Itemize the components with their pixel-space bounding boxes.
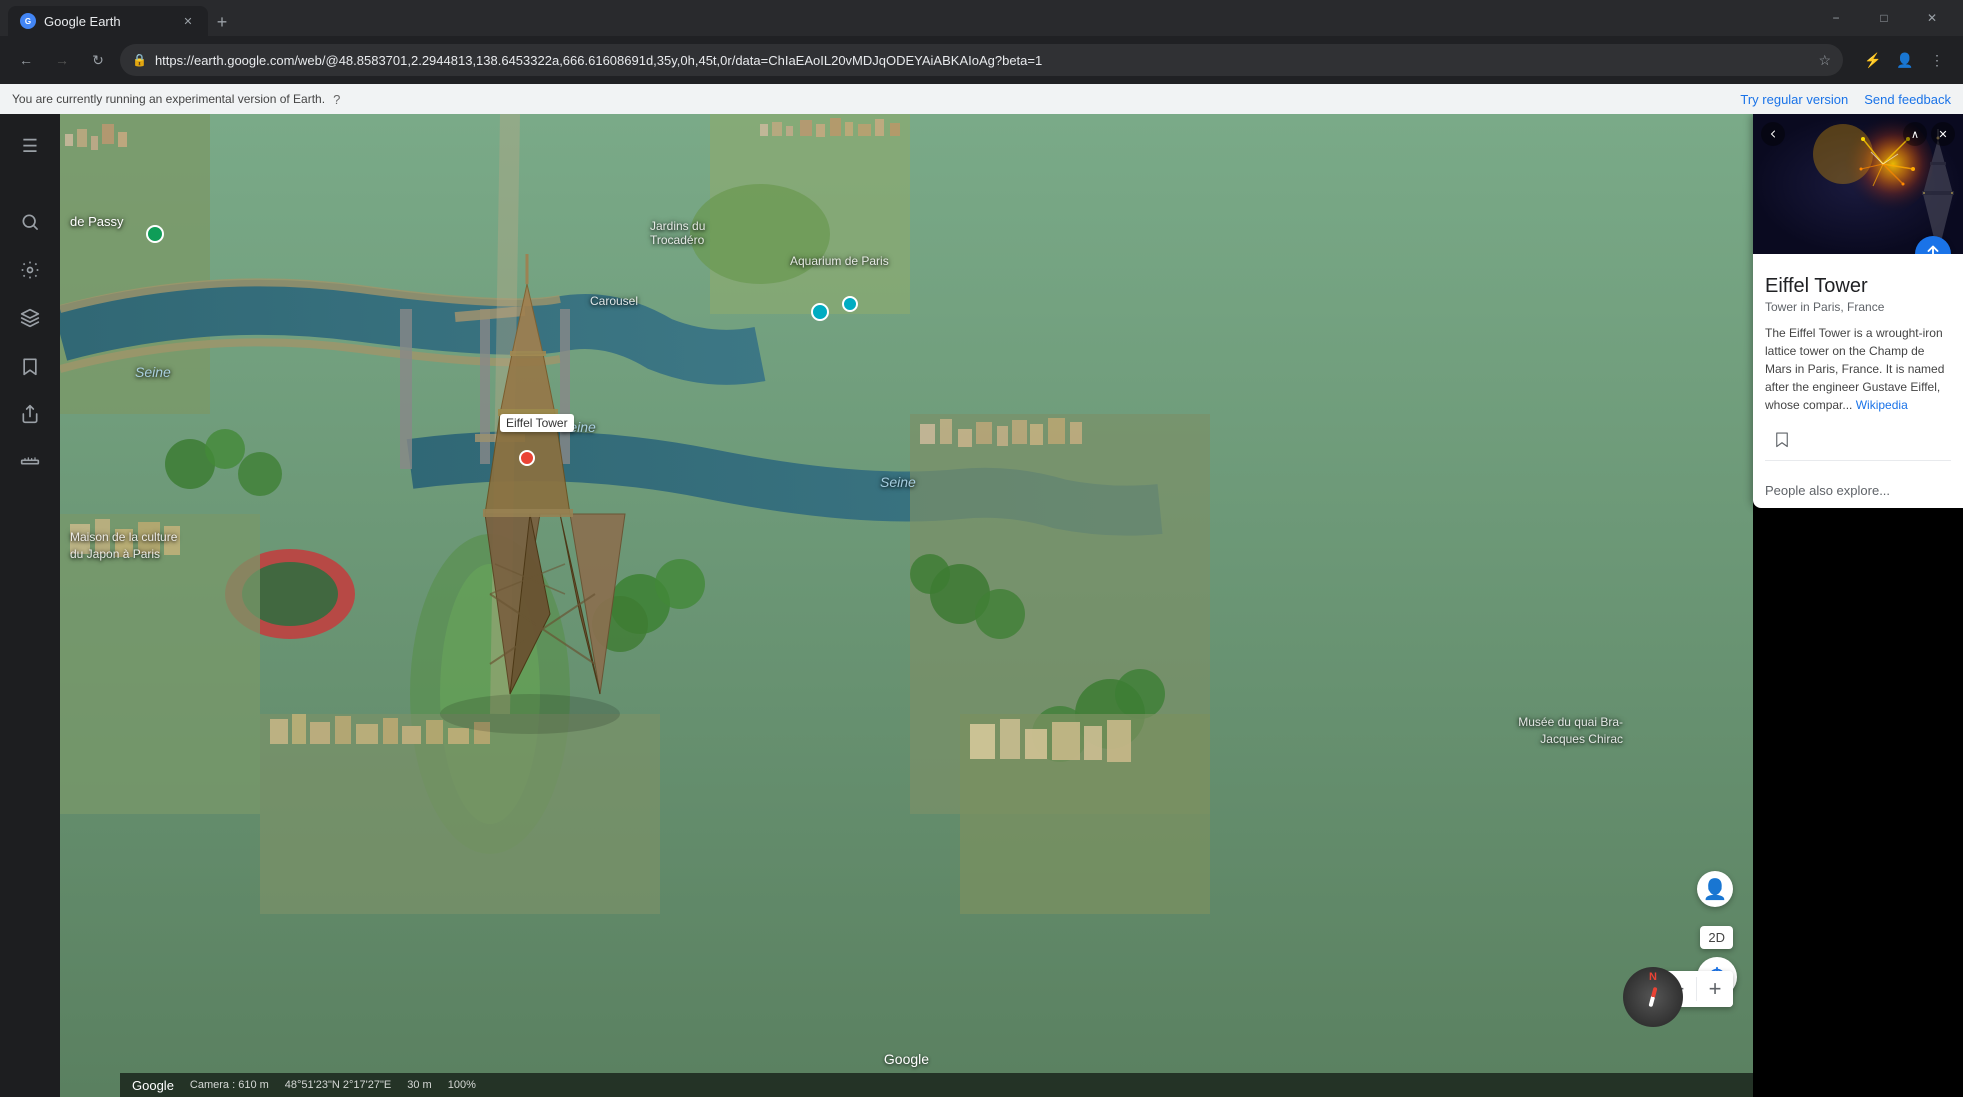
url-text: https://earth.google.com/web/@48.8583701… (155, 53, 1810, 68)
panel-actions (1765, 426, 1951, 461)
status-google: Google (132, 1078, 174, 1093)
panel-title: Eiffel Tower (1765, 274, 1951, 298)
profile-icon[interactable]: 👤 (1891, 46, 1919, 74)
save-action-button[interactable] (1765, 426, 1799, 452)
main-content: ☰ (0, 114, 1963, 1097)
panel-collapse-button[interactable] (1761, 122, 1785, 146)
left-sidebar: ☰ (0, 114, 60, 1097)
elevation-info: 30 m (407, 1079, 431, 1091)
panel-close-button[interactable]: ✕ (1931, 122, 1955, 146)
info-panel: ∧ ✕ Eiffel Tower Tower in Paris, France … (1753, 114, 1963, 508)
tab-bar: G Google Earth ✕ + − □ ✕ (0, 0, 1963, 36)
menu-icon[interactable]: ☰ (10, 126, 50, 166)
tab-close-button[interactable]: ✕ (180, 13, 196, 29)
close-button[interactable]: ✕ (1909, 0, 1955, 36)
refresh-button[interactable]: ↻ (84, 46, 112, 74)
panel-subtitle: Tower in Paris, France (1765, 300, 1951, 314)
2d-mode-button[interactable]: 2D (1700, 926, 1733, 949)
wikipedia-link[interactable]: Wikipedia (1856, 398, 1908, 412)
panel-description: The Eiffel Tower is a wrought-iron latti… (1765, 324, 1951, 414)
try-regular-version-link[interactable]: Try regular version (1740, 92, 1848, 107)
info-message: You are currently running an experimenta… (12, 92, 325, 106)
minimize-button[interactable]: − (1813, 0, 1859, 36)
panel-controls: ∧ ✕ (1903, 122, 1955, 146)
panel-expand-button[interactable]: ∧ (1903, 122, 1927, 146)
active-tab[interactable]: G Google Earth ✕ (8, 6, 208, 36)
bookmark-icon[interactable] (10, 346, 50, 386)
zoom-level: 100% (448, 1079, 476, 1091)
map-canvas[interactable]: Seine Seine Seine de Passy Jardins duTro… (60, 114, 1753, 1097)
layers-icon[interactable] (10, 298, 50, 338)
extensions-icon[interactable]: ⚡ (1859, 46, 1887, 74)
status-bar: Google Camera : 610 m 48°51'23"N 2°17'27… (120, 1073, 1753, 1097)
zoom-plus-button[interactable]: + (1697, 971, 1733, 1007)
camera-info: Camera : 610 m (190, 1079, 269, 1091)
more-options-icon[interactable]: ⋮ (1923, 46, 1951, 74)
ruler-icon[interactable] (10, 442, 50, 482)
help-icon[interactable]: ? (333, 92, 340, 107)
eiffel-tower-label[interactable]: Eiffel Tower (500, 414, 574, 432)
compass-needle (1648, 987, 1657, 1007)
panel-image: ∧ ✕ (1753, 114, 1963, 254)
info-bar-actions: Try regular version Send feedback (1740, 92, 1951, 107)
send-feedback-link[interactable]: Send feedback (1864, 92, 1951, 107)
bookmark-star-icon[interactable]: ☆ (1818, 52, 1831, 69)
coordinates: 48°51'23"N 2°17'27"E (285, 1079, 391, 1091)
satellite-background: Seine Seine Seine de Passy Jardins duTro… (60, 114, 1753, 1097)
search-icon[interactable] (10, 202, 50, 242)
map-svg (60, 114, 1753, 1097)
maximize-button[interactable]: □ (1861, 0, 1907, 36)
share-icon[interactable] (10, 394, 50, 434)
compass-north-label: N (1649, 971, 1657, 983)
people-also-label: People also explore... (1765, 483, 1890, 498)
address-bar[interactable]: 🔒 https://earth.google.com/web/@48.85837… (120, 44, 1843, 76)
tab-favicon: G (20, 13, 36, 29)
experimental-info-bar: You are currently running an experimenta… (0, 84, 1963, 114)
pegman-button[interactable]: 👤 (1697, 871, 1733, 907)
people-also-section: People also explore... (1753, 473, 1963, 508)
tab-title: Google Earth (44, 14, 121, 29)
settings-icon[interactable] (10, 250, 50, 290)
panel-content: Eiffel Tower Tower in Paris, France The … (1753, 254, 1963, 473)
back-button[interactable]: ← (12, 46, 40, 74)
browser-actions: ⚡ 👤 ⋮ (1859, 46, 1951, 74)
compass[interactable]: N (1623, 967, 1683, 1027)
address-bar-row: ← → ↻ 🔒 https://earth.google.com/web/@48… (0, 36, 1963, 84)
new-tab-button[interactable]: + (208, 8, 236, 36)
security-lock-icon: 🔒 (132, 53, 147, 67)
forward-button[interactable]: → (48, 46, 76, 74)
